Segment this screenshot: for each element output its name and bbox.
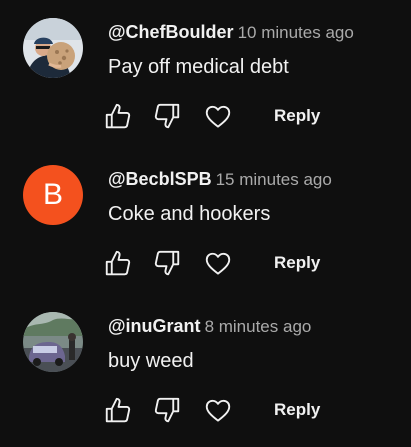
thumbs-down-icon xyxy=(154,397,180,423)
heart-icon xyxy=(205,399,231,422)
thumbs-up-icon xyxy=(105,397,131,423)
like-button[interactable] xyxy=(101,246,135,280)
reply-button[interactable]: Reply xyxy=(264,395,330,425)
thumbs-up-icon xyxy=(105,103,131,129)
comment-timestamp[interactable]: 10 minutes ago xyxy=(238,23,354,42)
avatar[interactable] xyxy=(23,312,83,372)
comment-item: @ChefBoulder 10 minutes ago Pay off medic… xyxy=(0,0,411,147)
comment-header: @ChefBoulder 10 minutes ago xyxy=(108,20,354,46)
comment-timestamp[interactable]: 15 minutes ago xyxy=(216,170,332,189)
comment-item: @inuGrant 8 minutes ago buy weed Reply xyxy=(0,294,411,441)
avatar[interactable]: B xyxy=(23,165,83,225)
comment-text: Coke and hookers xyxy=(108,203,271,225)
heart-icon xyxy=(205,252,231,275)
comment-text: buy weed xyxy=(108,350,194,372)
comment-text: Pay off medical debt xyxy=(108,56,289,78)
comment-actions: Reply xyxy=(0,96,411,136)
comment-timestamp[interactable]: 8 minutes ago xyxy=(205,317,312,336)
thumbs-down-icon xyxy=(154,250,180,276)
dislike-button[interactable] xyxy=(150,99,184,133)
thumbs-down-icon xyxy=(154,103,180,129)
like-button[interactable] xyxy=(101,99,135,133)
comment-list: @ChefBoulder 10 minutes ago Pay off medic… xyxy=(0,0,411,447)
avatar-photo xyxy=(23,312,83,372)
comment-header: @inuGrant 8 minutes ago xyxy=(108,314,311,340)
reply-button[interactable]: Reply xyxy=(264,248,330,278)
comment-author[interactable]: @inuGrant xyxy=(108,316,201,336)
heart-icon xyxy=(205,105,231,128)
comment-actions: Reply xyxy=(0,390,411,430)
avatar[interactable] xyxy=(23,18,83,78)
comment-actions: Reply xyxy=(0,243,411,283)
heart-button[interactable] xyxy=(201,99,235,133)
avatar-letter: B xyxy=(42,178,63,211)
dislike-button[interactable] xyxy=(150,246,184,280)
comment-header: @BecblSPB 15 minutes ago xyxy=(108,167,332,193)
comment-item: B @BecblSPB 15 minutes ago Coke and hooke… xyxy=(0,147,411,294)
reply-button[interactable]: Reply xyxy=(264,101,330,131)
heart-button[interactable] xyxy=(201,393,235,427)
comment-author[interactable]: @BecblSPB xyxy=(108,169,212,189)
heart-button[interactable] xyxy=(201,246,235,280)
comment-author[interactable]: @ChefBoulder xyxy=(108,22,234,42)
dislike-button[interactable] xyxy=(150,393,184,427)
thumbs-up-icon xyxy=(105,250,131,276)
avatar-photo xyxy=(23,18,83,78)
like-button[interactable] xyxy=(101,393,135,427)
